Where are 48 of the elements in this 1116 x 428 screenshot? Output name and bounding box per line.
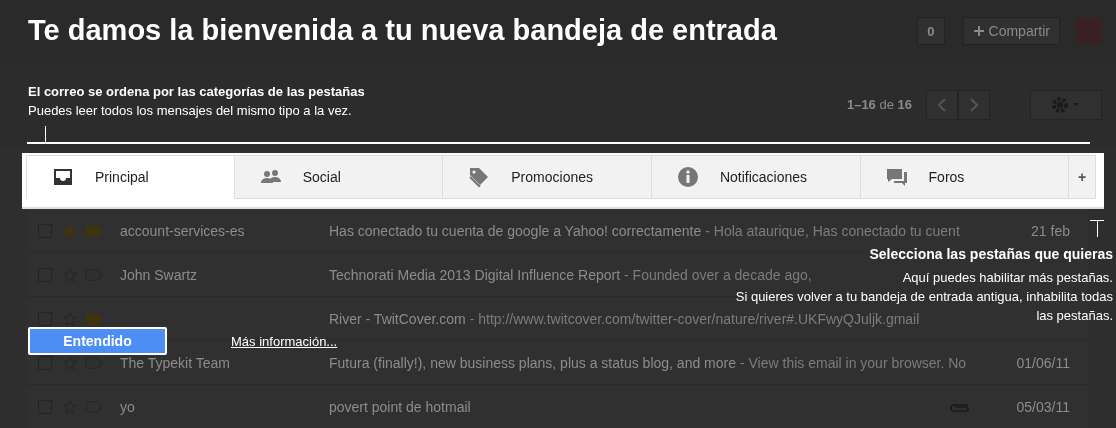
- next-button[interactable]: [958, 89, 990, 120]
- importance-marker-icon[interactable]: [84, 356, 104, 369]
- category-tab[interactable]: Notificaciones: [651, 155, 861, 199]
- message-date: 21 feb: [1031, 222, 1070, 239]
- message-snippet: - View this email in your browser. No: [740, 354, 967, 371]
- category-tab[interactable]: Foros: [860, 155, 1070, 199]
- message-subject: Futura (finally!), new business plans, plus a status blog, and more: [329, 354, 736, 371]
- previous-button[interactable]: [926, 89, 958, 120]
- tip-text: Si quieres volver a tu bandeja de entrada antigua, inhabilita todas: [735, 288, 1113, 306]
- welcome-heading: El correo se ordena por las categorías de las pestañas: [28, 83, 365, 101]
- star-icon[interactable]: [62, 222, 78, 239]
- checkbox[interactable]: [38, 355, 52, 370]
- category-tab[interactable]: Social: [234, 155, 444, 199]
- tip-text: Aquí puedes habilitar más pestañas.: [902, 269, 1113, 287]
- message-subject: Has conectado tu cuenta de google a Yahoo! correctamente: [329, 222, 702, 239]
- welcome-title: Te damos la bienvenida a tu nueva bandeja de entrada: [28, 14, 777, 47]
- message-snippet: - Hola ataurique, Has conectado tu cuent: [705, 222, 960, 239]
- sender-name: account-services-es: [120, 222, 245, 239]
- category-tab[interactable]: Promociones: [443, 155, 652, 199]
- message-subject: Technorati Media 2013 Digital Influence Report: [329, 266, 621, 283]
- chevron-right-icon: [969, 97, 979, 112]
- more-info-link[interactable]: Más información...: [231, 333, 338, 349]
- tip-heading: Selecciona las pestañas que quieras: [869, 245, 1113, 264]
- tip-pointer: [1090, 220, 1104, 237]
- welcome-text: Puedes leer todos los mensajes del mismo tipo a la vez.: [28, 102, 353, 120]
- sender-name: The Typekit Team: [120, 354, 230, 371]
- checkbox[interactable]: [38, 311, 52, 326]
- message-snippet: - http://www.twitcover.com/twitter-cover/nature/river#.UKFwyQJuljk.gmail: [469, 310, 920, 327]
- info-icon: [675, 165, 700, 189]
- count-button[interactable]: 0: [917, 17, 945, 45]
- star-icon[interactable]: [62, 310, 78, 327]
- message-snippet: - Founded over a decade ago,: [624, 266, 812, 283]
- add-tab-button[interactable]: +: [1069, 155, 1096, 199]
- sender-name: John Swartz: [120, 266, 198, 283]
- category-tab[interactable]: Principal: [26, 155, 235, 199]
- message-subject: povert point de hotmail: [329, 398, 471, 415]
- tip-text: las pestañas.: [1036, 307, 1113, 325]
- plus-icon: [972, 25, 985, 37]
- importance-marker-icon[interactable]: [84, 312, 104, 325]
- message-subject: River - TwitCover.com: [329, 310, 466, 327]
- share-button[interactable]: Compartir: [962, 17, 1060, 45]
- importance-marker-icon[interactable]: [84, 224, 104, 237]
- message-date: 05/03/11: [1016, 398, 1070, 415]
- message-date: 01/06/11: [1016, 354, 1070, 371]
- sender-name: yo: [120, 398, 135, 415]
- chevron-left-icon: [937, 97, 947, 112]
- star-icon[interactable]: [62, 354, 78, 371]
- pagination-text: 1–16 de 16: [846, 97, 912, 112]
